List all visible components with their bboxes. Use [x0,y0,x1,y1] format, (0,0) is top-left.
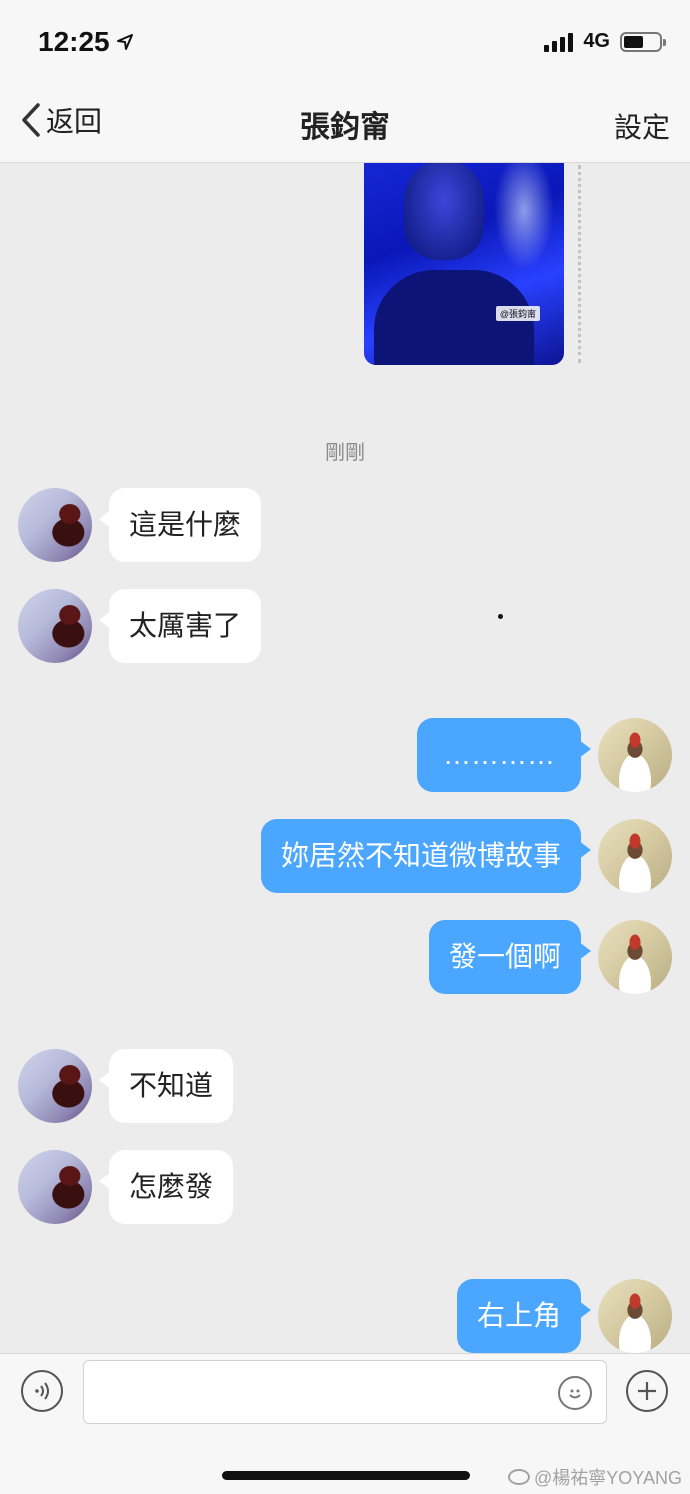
status-time: 12:25 [38,26,134,58]
my-avatar[interactable] [598,718,672,792]
battery-icon [620,31,666,52]
contact-avatar[interactable] [18,1049,92,1123]
story-progress-dots [578,165,581,363]
emoji-button[interactable] [558,1376,592,1410]
home-indicator [222,1471,470,1480]
my-avatar[interactable] [598,819,672,893]
voice-input-button[interactable] [21,1370,63,1412]
light-glow [494,150,554,270]
message-timestamp: 剛剛 [325,442,365,464]
photo-face [404,160,484,260]
network-type: 4G [583,30,610,52]
stray-dot [498,614,503,619]
weibo-watermark: @楊祐寧YOYANG [508,1464,682,1490]
contact-avatar[interactable] [18,488,92,562]
contact-avatar[interactable] [18,1150,92,1224]
voice-icon [35,1382,49,1400]
contact-avatar[interactable] [18,589,92,663]
page-title: 張鈞甯 [300,111,390,144]
outgoing-message[interactable]: 妳居然不知道微博故事 [260,819,592,893]
incoming-message[interactable]: 怎麼發 [98,1150,234,1224]
outgoing-message[interactable]: 發一個啊 [428,920,592,994]
plus-icon [638,1382,656,1400]
status-indicators: 4G [544,30,666,53]
message-text-field[interactable] [83,1360,607,1424]
weibo-logo-icon [508,1469,531,1485]
incoming-message[interactable]: 不知道 [98,1049,234,1123]
incoming-message[interactable]: 這是什麼 [98,488,262,562]
message-input-bar: @楊祐寧YOYANG [0,1353,690,1494]
settings-button[interactable]: 設定 [614,106,670,146]
my-avatar[interactable] [598,920,672,994]
image-watermark-tag: @張鈞甯 [495,306,540,321]
more-actions-button[interactable] [626,1370,668,1412]
signal-icon [544,32,574,52]
location-arrow-icon [116,34,133,50]
outgoing-message[interactable]: ………… [417,718,591,792]
incoming-message[interactable]: 太厲害了 [98,589,262,663]
outgoing-message[interactable]: 右上角 [456,1279,592,1353]
watermark-text: @楊祐寧YOYANG [534,1468,682,1488]
top-bar: 12:25 4G 返回 張鈞甯 設定 [0,0,690,163]
clock: 12:25 [38,26,110,57]
my-avatar[interactable] [598,1279,672,1353]
smiley-icon [569,1389,581,1399]
